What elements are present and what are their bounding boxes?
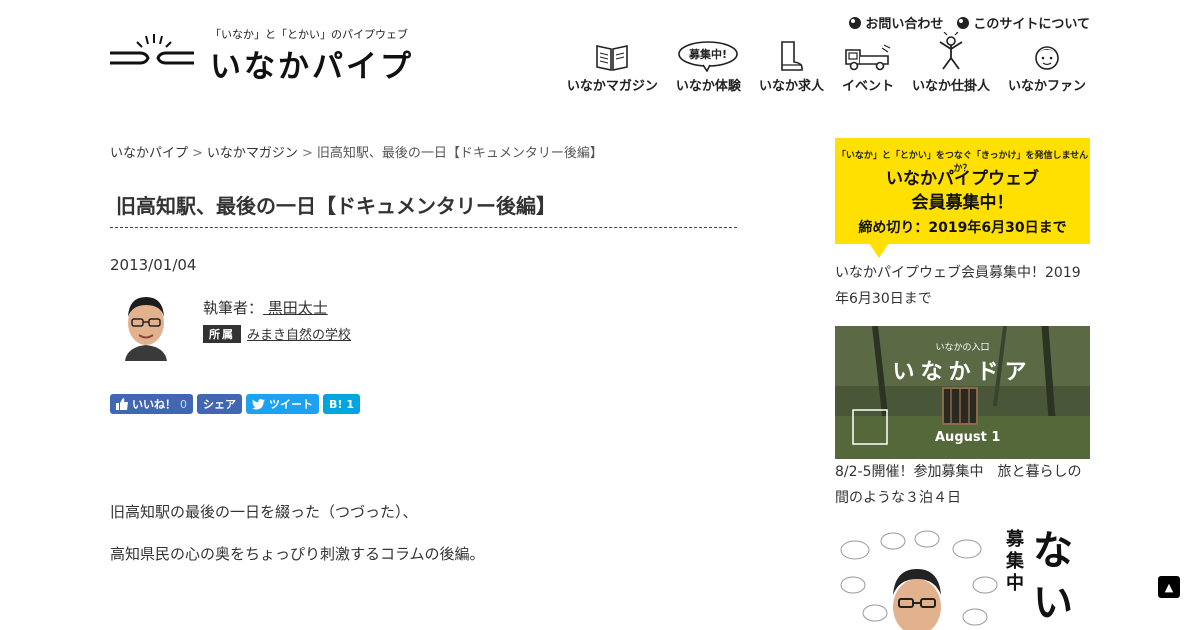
- member-recruit-caption[interactable]: いなかパイプウェブ会員募集中！2019年6月30日まで: [835, 260, 1090, 312]
- nav-item-magazine-label: いなかマガジン: [566, 79, 658, 94]
- banner-headline: いなかドア: [892, 360, 1033, 385]
- author-link[interactable]: 黒田太士: [263, 299, 328, 317]
- contact-link-label: お問い合わせ: [865, 17, 944, 32]
- about-link[interactable]: このサイトについて: [957, 13, 1090, 32]
- nav-item-jobs[interactable]: いなか求人: [759, 40, 824, 94]
- utility-nav: お問い合わせ このサイトについて: [849, 13, 1090, 32]
- nav-item-organizers-label: いなか仕掛人: [911, 79, 990, 94]
- truck-icon: [845, 44, 891, 71]
- banner-headline: いなかパイプウェブ: [886, 169, 1039, 189]
- speech-bubble-icon: 募集中!: [678, 41, 739, 72]
- author-line: 執筆者： 黒田太士: [203, 297, 328, 318]
- bullet-icon: [849, 16, 862, 29]
- breadcrumb-current: 旧高知駅、最後の一日【ドキュメンタリー後編】: [316, 146, 603, 161]
- nav-item-magazine[interactable]: いなかマガジン: [567, 40, 658, 94]
- affiliation-link[interactable]: みまき自然の学校: [247, 324, 351, 343]
- article-paragraph: 旧高知駅の最後の一日を綴った（つづった）、: [110, 503, 418, 521]
- bubble-text: 募集中!: [688, 47, 727, 61]
- facebook-like-count: 0: [180, 397, 187, 411]
- tweet-label: ツイート: [269, 398, 313, 411]
- site-logo[interactable]: 「いなか」と「とかい」のパイプウェブ いなかパイプ: [110, 26, 460, 85]
- person-icon: [939, 32, 963, 70]
- nav-item-fans-label: いなかファン: [1007, 79, 1086, 94]
- banner-small-text: いなかの入口: [935, 343, 990, 353]
- banner-pointer: [869, 243, 889, 258]
- magazine-icon: [596, 45, 629, 71]
- nav-item-events[interactable]: イベント: [842, 40, 894, 94]
- facebook-share-button[interactable]: シェア: [197, 394, 242, 414]
- thumbs-up-icon: [116, 398, 128, 410]
- banner-date: August 1: [935, 430, 1001, 445]
- breadcrumb-home[interactable]: いなかパイプ: [110, 146, 188, 161]
- banner-vertical-large-text: ない: [1033, 528, 1073, 626]
- global-nav: いなかマガジン 募集中! いなか体験 いなか求人 イベント いなか仕掛人 いなか…: [567, 32, 1086, 94]
- breadcrumb: いなかパイプ > いなかマガジン > 旧高知駅、最後の一日【ドキュメンタリー後編】: [110, 142, 603, 161]
- hatena-bookmark-count: 1: [346, 397, 355, 411]
- doodle-illustration: [840, 530, 998, 630]
- banner-vertical-text: 募集中: [1006, 529, 1024, 594]
- inaka-door-caption[interactable]: 8/2-5開催！参加募集中 旅と暮らしの間のような３泊４日: [835, 459, 1090, 511]
- inaka-door-banner[interactable]: いなかの入口 いなかドア August 1: [835, 326, 1090, 459]
- contact-link[interactable]: お問い合わせ: [849, 13, 943, 32]
- hatena-bookmark-icon: B!: [329, 397, 343, 411]
- pipe-logo-icon: [110, 34, 194, 65]
- face-icon: [1035, 46, 1059, 70]
- article-title: 旧高知駅、最後の一日【ドキュメンタリー後編】: [110, 190, 737, 228]
- banner-headline-2: 会員募集中！: [911, 193, 1014, 213]
- facebook-like-button[interactable]: いいね！ 0: [110, 394, 193, 414]
- hatena-bookmark-button[interactable]: B! 1: [323, 394, 361, 414]
- nav-item-events-label: イベント: [841, 79, 894, 94]
- banner-background: 「いなか」と「とかい」をつなぐ「きっかけ」を発信しませんか？ いなかパイプウェブ…: [835, 138, 1090, 244]
- author-prefix: 執筆者：: [203, 299, 264, 317]
- article-date: 2013/01/04: [110, 256, 197, 274]
- about-link-label: このサイトについて: [973, 17, 1090, 32]
- page-top-button[interactable]: ▲: [1158, 576, 1180, 598]
- member-recruit-banner[interactable]: 「いなか」と「とかい」をつなぐ「きっかけ」を発信しませんか？ いなかパイプウェブ…: [835, 138, 1090, 260]
- nav-item-jobs-label: いなか求人: [758, 79, 824, 94]
- breadcrumb-magazine[interactable]: いなかマガジン: [207, 146, 298, 161]
- recruit-banner[interactable]: 募集中 ない: [835, 525, 1090, 630]
- nav-item-fans[interactable]: いなかファン: [1008, 40, 1086, 94]
- tweet-button[interactable]: ツイート: [246, 394, 319, 414]
- breadcrumb-separator: >: [192, 146, 203, 161]
- author-avatar[interactable]: [115, 293, 177, 361]
- nav-item-organizers[interactable]: いなか仕掛人: [911, 32, 990, 94]
- site-tagline: 「いなか」と「とかい」のパイプウェブ: [210, 28, 408, 41]
- share-buttons: いいね！ 0 シェア ツイート B! 1: [110, 394, 361, 414]
- banner-deadline: 締め切り：2019年6月30日まで: [858, 220, 1067, 236]
- article-paragraph: 高知県民の心の奥をちょっぴり刺激するコラムの後編。: [110, 545, 485, 563]
- nav-item-experience-label: いなか体験: [675, 79, 741, 94]
- breadcrumb-separator: >: [301, 146, 313, 161]
- facebook-like-label: いいね！: [132, 398, 176, 411]
- affiliation-badge: 所属: [203, 324, 241, 343]
- bullet-icon: [957, 16, 970, 29]
- affiliation-line: 所属 みまき自然の学校: [203, 324, 351, 343]
- nav-item-experience[interactable]: 募集中! いなか体験: [676, 40, 741, 94]
- site-name: いなかパイプ: [210, 49, 414, 85]
- boot-icon: [781, 41, 804, 71]
- twitter-bird-icon: [252, 398, 265, 409]
